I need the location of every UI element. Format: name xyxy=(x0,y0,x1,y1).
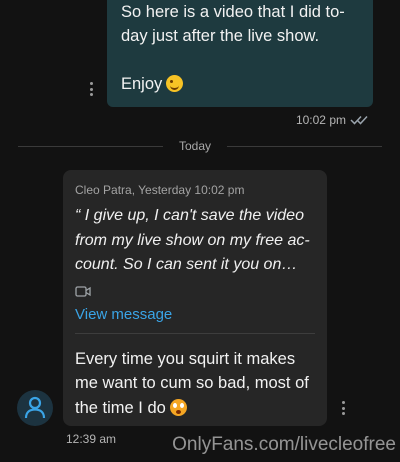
double-check-icon xyxy=(350,115,368,125)
outgoing-message-line: day just after the live show. xyxy=(121,27,320,45)
view-message-link[interactable]: View message xyxy=(75,306,172,323)
quoted-message-line: from my live show on my free ac- xyxy=(75,231,310,249)
incoming-message-bubble[interactable]: Cleo Patra, Yesterday 10:02 pm “ I give … xyxy=(63,170,327,426)
video-camera-icon xyxy=(75,285,91,297)
outgoing-closing-text: Enjoy xyxy=(121,75,163,93)
quote-separator xyxy=(75,332,315,334)
quoted-message-author: Cleo Patra, Yesterday 10:02 pm xyxy=(75,183,245,197)
winking-face-icon xyxy=(166,75,184,92)
message-options-icon[interactable] xyxy=(341,401,345,415)
quoted-message-line: count. So I can sent it you on… xyxy=(75,256,298,273)
outgoing-message-meta: 10:02 pm xyxy=(296,113,370,127)
reply-message-line: the time I do xyxy=(75,396,315,421)
outgoing-message-time: 10:02 pm xyxy=(295,113,346,127)
date-divider-line xyxy=(18,146,163,147)
date-divider-label: Today xyxy=(178,139,212,153)
outgoing-message-closing: Enjoy xyxy=(121,72,359,96)
reply-message-text: Every time you squirt it makes me want t… xyxy=(75,347,315,421)
outgoing-message-bubble[interactable]: So here is a video that I did to- day ju… xyxy=(107,0,373,107)
incoming-message-time: 12:39 am xyxy=(66,432,117,446)
date-divider-line xyxy=(227,146,382,147)
reply-line-text: the time I do xyxy=(75,398,166,417)
outgoing-message-line: So here is a video that I did to- xyxy=(121,3,345,21)
message-options-icon[interactable] xyxy=(89,82,93,96)
flushed-face-icon xyxy=(169,398,187,416)
reply-message-line: Every time you squirt it makes xyxy=(75,349,296,368)
quoted-message-line: “ I give up, I can't save the video xyxy=(75,207,304,224)
watermark: OnlyFans.com/livecleofree xyxy=(172,434,396,455)
reply-message-line: me want to cum so bad, most of xyxy=(75,374,309,392)
user-icon xyxy=(24,396,46,419)
sender-avatar[interactable] xyxy=(17,390,53,426)
quoted-message-text: “ I give up, I can't save the video from… xyxy=(75,204,315,278)
